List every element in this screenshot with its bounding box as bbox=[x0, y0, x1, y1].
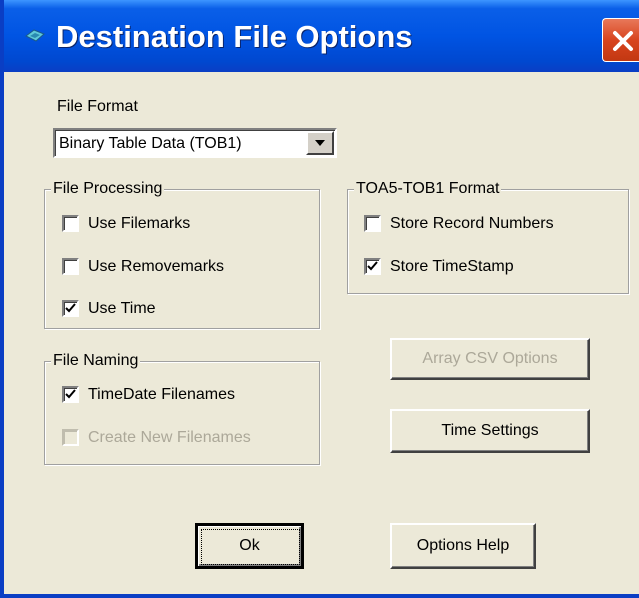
checkbox-box[interactable] bbox=[62, 386, 79, 403]
time-settings-button[interactable]: Time Settings bbox=[390, 409, 590, 453]
checkmark-icon bbox=[65, 389, 76, 399]
ok-button[interactable]: Ok bbox=[195, 523, 304, 569]
checkmark-icon bbox=[367, 261, 378, 271]
checkbox-box[interactable] bbox=[364, 258, 381, 275]
close-button[interactable] bbox=[602, 18, 639, 62]
file-format-select[interactable]: Binary Table Data (TOB1) bbox=[53, 128, 337, 158]
checkbox-label: TimeDate Filenames bbox=[88, 386, 236, 403]
dropdown-button[interactable] bbox=[306, 131, 334, 155]
dialog-window: Destination File Options File Format Bin… bbox=[0, 0, 639, 598]
toa5-tob1-format-title: TOA5-TOB1 Format bbox=[354, 179, 502, 199]
checkbox-label: Use Filemarks bbox=[88, 215, 191, 232]
checkbox-box[interactable] bbox=[62, 300, 79, 317]
app-icon bbox=[24, 29, 46, 43]
checkbox-box[interactable] bbox=[62, 215, 79, 232]
title-bar[interactable]: Destination File Options bbox=[4, 0, 639, 72]
checkbox-label: Use Time bbox=[88, 300, 156, 317]
checkbox-label: Store Record Numbers bbox=[390, 215, 554, 232]
file-naming-group: File Naming bbox=[44, 351, 320, 465]
file-processing-title: File Processing bbox=[51, 179, 165, 199]
close-icon bbox=[613, 31, 633, 51]
checkbox-box[interactable] bbox=[62, 258, 79, 275]
focus-indicator bbox=[201, 529, 300, 565]
toa5-tob1-format-group: TOA5-TOB1 Format bbox=[347, 179, 629, 294]
window-title: Destination File Options bbox=[56, 19, 413, 54]
checkbox-label: Use Removemarks bbox=[88, 258, 225, 275]
checkbox-box[interactable] bbox=[364, 215, 381, 232]
checkmark-icon bbox=[65, 303, 76, 313]
chevron-down-icon bbox=[315, 140, 325, 146]
file-format-label: File Format bbox=[57, 98, 138, 115]
file-format-value: Binary Table Data (TOB1) bbox=[59, 135, 242, 152]
options-help-button[interactable]: Options Help bbox=[390, 523, 536, 569]
file-naming-title: File Naming bbox=[51, 351, 141, 371]
checkbox-label: Create New Filenames bbox=[88, 429, 251, 446]
checkbox-box bbox=[62, 429, 79, 446]
checkbox-label: Store TimeStamp bbox=[390, 258, 514, 275]
array-csv-options-button: Array CSV Options bbox=[390, 338, 590, 380]
